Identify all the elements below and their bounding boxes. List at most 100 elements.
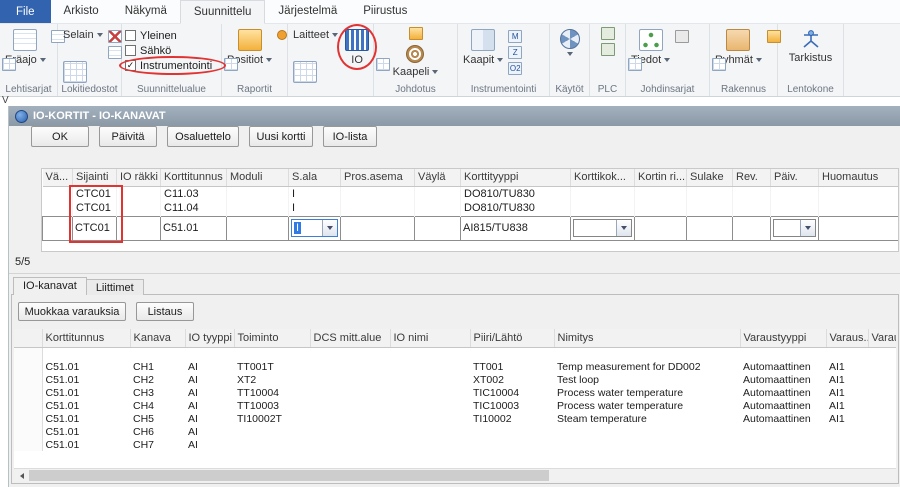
plc-chip-icon[interactable] — [601, 27, 615, 40]
scroll-left-button[interactable] — [15, 470, 28, 481]
col-moduli[interactable]: Moduli — [227, 169, 289, 186]
tab-suunnittelu[interactable]: Suunnittelu — [180, 0, 266, 24]
channel-row[interactable]: C51.01CH2 AIXT2 XT002Test loop Automaatt… — [14, 373, 896, 386]
col-kanava[interactable]: Kanava — [130, 329, 185, 347]
kaapit-button[interactable]: Kaapit — [461, 27, 505, 68]
kaytot-button[interactable] — [558, 27, 582, 58]
orange-dot-icon[interactable] — [277, 30, 287, 40]
tab-liittimet[interactable]: Liittimet — [87, 279, 144, 295]
osaluettelo-button[interactable]: Osaluettelo — [167, 126, 239, 147]
col-sijainti[interactable]: Sijainti — [73, 169, 117, 186]
harness-list-icon[interactable] — [628, 58, 642, 71]
col-korttikoko[interactable]: Korttikok... — [571, 169, 635, 186]
paiv-dropdown-button[interactable] — [800, 220, 815, 236]
channel-row[interactable]: C51.01CH1 AITT001T TT001Temp measurement… — [14, 360, 896, 373]
selected-card-row[interactable]: CTC01 C51.01 I — [43, 216, 900, 240]
log-file-icon[interactable] — [108, 46, 122, 59]
s-ala-combobox[interactable]: I — [291, 219, 338, 237]
dialog-titlebar[interactable]: IO-KORTIT - IO-KANAVAT — [9, 106, 900, 126]
tab-io-kanavat[interactable]: IO-kanavat — [13, 277, 87, 295]
row-selector[interactable] — [14, 412, 42, 425]
col-toiminto[interactable]: Toiminto — [234, 329, 310, 347]
col-varaus[interactable]: Varaus... — [826, 329, 868, 347]
laitteet-button[interactable]: Laitteet — [291, 27, 340, 43]
tab-arkisto[interactable]: Arkisto — [51, 0, 112, 23]
tab-jarjestelma[interactable]: Järjestelmä — [265, 0, 350, 23]
row-selector[interactable] — [14, 425, 42, 438]
ribbon-group-lehtisarjat: Eräajo Lehtisarjat — [0, 24, 58, 96]
col-kortin-ri[interactable]: Kortin ri... — [635, 169, 687, 186]
checkbox-sahko[interactable]: Sähkö — [125, 44, 218, 57]
card-row[interactable]: CTC01 C11.03 I DO810/TU830 — [43, 186, 900, 201]
chevron-down-icon — [332, 33, 338, 37]
wiring-grid-icon[interactable] — [376, 58, 390, 71]
scrollbar-thumb[interactable] — [29, 470, 549, 481]
col-io-rakki[interactable]: IO räkki — [117, 169, 161, 186]
z-icon[interactable]: Z — [508, 46, 522, 59]
col-dcs-mitt-alue[interactable]: DCS mitt.alue — [310, 329, 390, 347]
col-io-tyyppi[interactable]: IO tyyppi — [185, 329, 234, 347]
cabinet-icon — [471, 29, 495, 51]
building-grid-icon[interactable] — [712, 58, 726, 71]
motor-icon[interactable]: M — [508, 30, 522, 43]
channel-row[interactable]: C51.01CH5 AITI10002T TI10002Steam temper… — [14, 412, 896, 425]
io-lista-button[interactable]: IO-lista — [323, 126, 377, 147]
col-korttitunnus[interactable]: Korttitunnus — [161, 169, 227, 186]
s-ala-dropdown-button[interactable] — [322, 220, 337, 236]
io-button[interactable]: IO — [343, 27, 371, 68]
cell — [310, 412, 390, 425]
korttikoko-dropdown-button[interactable] — [616, 220, 631, 236]
tab-piirustus[interactable]: Piirustus — [350, 0, 420, 23]
background-partial-text: V — [2, 95, 9, 106]
selain-button[interactable]: Selain — [61, 27, 105, 43]
col-piiri-lahto[interactable]: Piiri/Lähtö — [470, 329, 554, 347]
col-rev[interactable]: Rev. — [733, 169, 771, 186]
o2-icon[interactable]: O2 — [508, 62, 522, 75]
wiring-edit-icon[interactable] — [409, 27, 423, 40]
tab-nakyma[interactable]: Näkymä — [112, 0, 180, 23]
row-selector[interactable] — [14, 438, 42, 451]
channel-row[interactable]: C51.01CH7 AI — [14, 438, 896, 451]
col-varaustyyli[interactable]: Varaustyyli — [868, 329, 896, 347]
uusi-kortti-button[interactable]: Uusi kortti — [249, 126, 313, 147]
kaapeli-button[interactable]: Kaapeli — [391, 43, 441, 80]
listaus-button[interactable]: Listaus — [136, 302, 194, 321]
col-va[interactable]: Vä... — [43, 169, 73, 186]
channel-row[interactable]: C51.01CH3 AITT10004 TIC10004Process wate… — [14, 386, 896, 399]
plc-rack-icon[interactable] — [601, 43, 615, 56]
cell — [415, 201, 461, 216]
checkbox-yleinen[interactable]: Yleinen — [125, 29, 218, 42]
row-selector[interactable] — [14, 373, 42, 386]
tab-file[interactable]: File — [0, 0, 51, 23]
ok-button[interactable]: OK — [31, 126, 89, 147]
report-table-icon[interactable] — [224, 58, 238, 71]
row-selector — [14, 347, 42, 360]
checkbox-instrumentointi[interactable]: Instrumentointi — [125, 59, 218, 72]
col-vayla[interactable]: Väylä — [415, 169, 461, 186]
col-nimitys[interactable]: Nimitys — [554, 329, 740, 347]
col-s-ala[interactable]: S.ala — [289, 169, 341, 186]
row-selector[interactable] — [14, 360, 42, 373]
tarkistus-button[interactable]: Tarkistus — [787, 27, 834, 66]
harness-settings-icon[interactable] — [675, 30, 689, 43]
row-selector[interactable] — [14, 386, 42, 399]
col-korttitunnus[interactable]: Korttitunnus — [42, 329, 130, 347]
sheet-grid-icon[interactable] — [2, 58, 16, 71]
card-row[interactable]: CTC01 C11.04 I DO810/TU830 — [43, 201, 900, 216]
row-selector[interactable] — [14, 399, 42, 412]
col-huomautus[interactable]: Huomautus — [819, 169, 900, 186]
paivita-button[interactable]: Päivitä — [99, 126, 157, 147]
muokkaa-varauksia-button[interactable]: Muokkaa varauksia — [18, 302, 126, 321]
horizontal-scrollbar[interactable] — [14, 468, 896, 481]
channel-row[interactable]: C51.01CH6 AI — [14, 425, 896, 438]
col-pros-asema[interactable]: Pros.asema — [341, 169, 415, 186]
col-korttityyppi[interactable]: Korttityyppi — [461, 169, 571, 186]
col-sulake[interactable]: Sulake — [687, 169, 733, 186]
paiv-combobox[interactable] — [773, 219, 816, 237]
col-io-nimi[interactable]: IO nimi — [390, 329, 470, 347]
col-varaustyyppi[interactable]: Varaustyyppi — [740, 329, 826, 347]
col-paiv[interactable]: Päiv. — [771, 169, 819, 186]
korttikoko-combobox[interactable] — [573, 219, 632, 237]
channel-row[interactable]: C51.01CH4 AITT10003 TIC10003Process wate… — [14, 399, 896, 412]
clear-log-icon[interactable] — [108, 30, 122, 43]
